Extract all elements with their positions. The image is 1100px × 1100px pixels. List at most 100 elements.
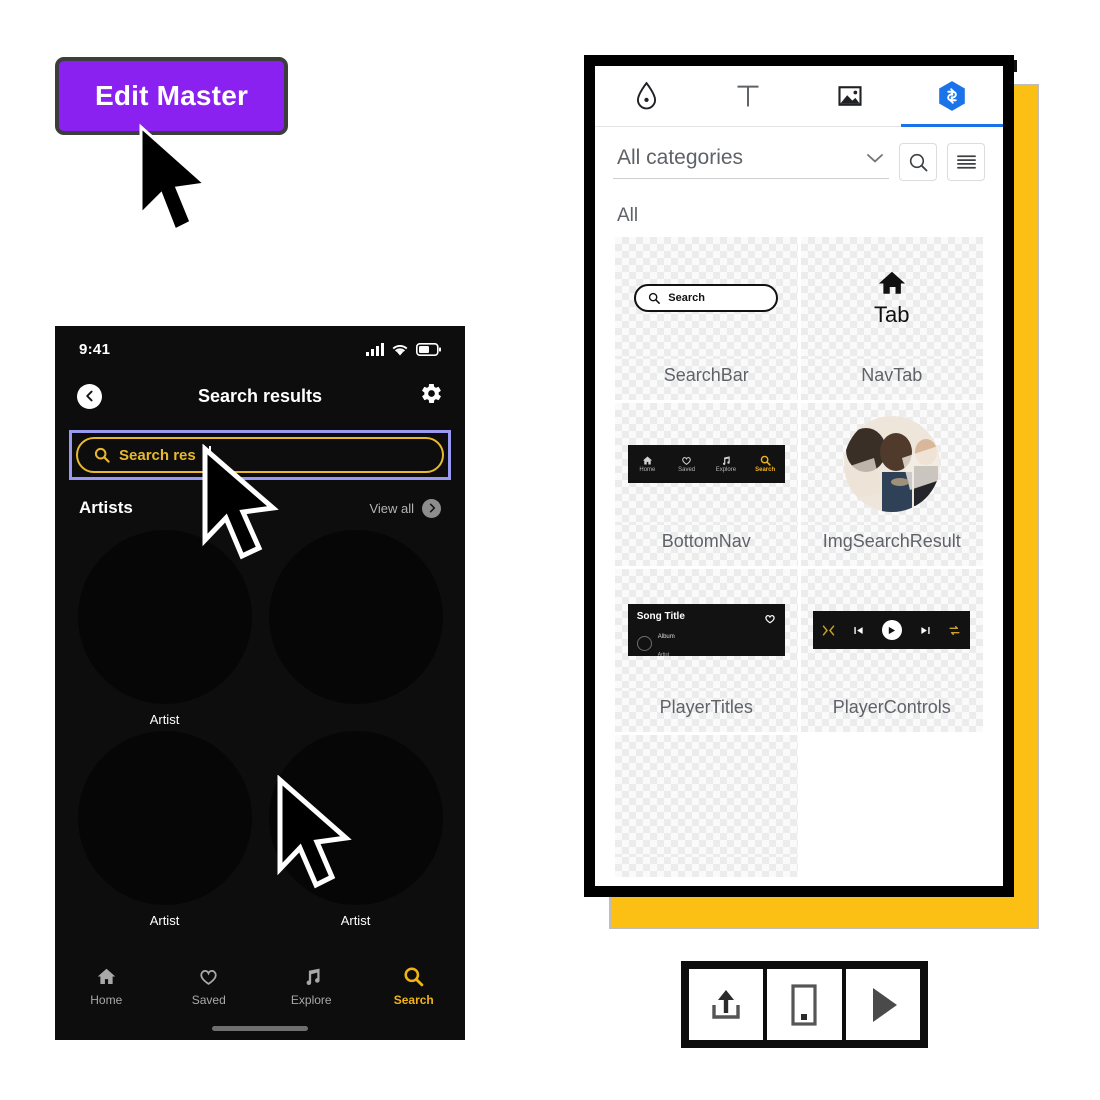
component-name: SearchBar — [615, 359, 798, 400]
search-input[interactable]: Search res — [76, 437, 444, 473]
music-note-icon — [306, 968, 320, 985]
export-button[interactable] — [689, 969, 764, 1040]
tab-image[interactable] — [799, 66, 901, 126]
component-thumbnail — [800, 403, 983, 525]
library-search-button[interactable] — [899, 143, 937, 181]
mini-navtab-preview: Tab — [874, 268, 909, 328]
nav-label: Saved — [191, 993, 226, 1007]
mini-nav-label: Saved — [678, 467, 696, 473]
home-icon — [97, 968, 115, 985]
wifi-icon — [392, 344, 408, 355]
editor-tab-bar — [595, 66, 1003, 127]
component-item-blank — [800, 735, 983, 877]
component-name: NavTab — [800, 359, 983, 400]
component-hexagon-icon — [939, 81, 965, 111]
heart-icon — [764, 611, 776, 629]
component-item-empty[interactable] — [615, 735, 798, 877]
chevron-down-icon — [867, 153, 883, 162]
nav-item-search[interactable]: Search — [363, 966, 466, 1007]
heart-icon — [682, 457, 691, 465]
settings-button[interactable] — [420, 382, 443, 410]
edit-master-area: Edit Master — [55, 57, 288, 135]
component-name — [615, 857, 798, 877]
component-group-label: All — [617, 205, 639, 226]
component-name: ImgSearchResult — [800, 525, 983, 566]
artist-avatar — [77, 731, 252, 905]
nav-item-explore[interactable]: Explore — [260, 966, 363, 1007]
album-name: Album — [657, 634, 675, 640]
mini-nav-label: Home — [639, 467, 656, 473]
search-field-selection[interactable]: Search res — [69, 430, 451, 480]
edit-master-button[interactable]: Edit Master — [55, 57, 288, 135]
phone-app-header: Search results — [55, 372, 465, 420]
avatar-image — [843, 416, 940, 512]
artist-item[interactable]: Artist — [69, 530, 260, 727]
component-library-panel: All categories All Search SearchBar Tab … — [584, 55, 1014, 897]
status-icons — [366, 342, 441, 356]
library-list-menu-button[interactable] — [947, 143, 985, 181]
page-title: Search results — [197, 385, 323, 406]
component-thumbnail — [800, 735, 983, 857]
component-grid: Search SearchBar Tab NavTab Home Saved E… — [595, 237, 1003, 877]
artists-section-header: Artists View all — [55, 480, 465, 524]
tab-color[interactable] — [595, 66, 697, 126]
gear-icon — [422, 384, 441, 403]
play-preview-button[interactable] — [845, 969, 920, 1040]
artist-item[interactable]: Artist — [260, 731, 451, 928]
artist-item[interactable]: Artist — [69, 731, 260, 928]
component-name: BottomNav — [615, 525, 798, 566]
previous-track-icon — [854, 626, 863, 634]
view-all-label: View all — [369, 500, 414, 516]
phone-bottom-nav: Home Saved Explore Search — [55, 952, 465, 1040]
component-name: PlayerControls — [800, 691, 983, 732]
mini-nav-item: Search — [746, 455, 785, 473]
component-item-searchbar[interactable]: Search SearchBar — [615, 237, 798, 400]
heart-icon — [200, 970, 217, 985]
chevron-right-icon — [422, 498, 441, 518]
device-preview-button[interactable] — [767, 969, 842, 1040]
component-name: PlayerTitles — [615, 691, 798, 732]
mini-searchbar-label: Search — [668, 292, 705, 304]
mini-bottomnav-preview: Home Saved Explore Search — [627, 445, 785, 483]
mini-playertitles-preview: Song Title Album Artist — [627, 604, 785, 658]
nav-item-saved[interactable]: Saved — [158, 966, 261, 1007]
section-title: Artists — [79, 498, 133, 517]
music-note-icon — [723, 456, 731, 465]
artist-label: Artist — [149, 913, 180, 928]
component-item-playercontrols[interactable]: PlayerControls — [800, 569, 983, 732]
bottom-action-toolbar — [681, 961, 928, 1048]
text-t-icon — [737, 85, 759, 107]
song-title: Song Title — [636, 611, 685, 622]
artist-item[interactable] — [260, 530, 451, 727]
phone-preview[interactable]: 9:41 Search results Search res Artists V… — [55, 326, 465, 1040]
mini-nav-item: Saved — [667, 455, 706, 473]
home-indicator — [212, 1026, 308, 1031]
search-icon — [760, 455, 771, 466]
component-item-navtab[interactable]: Tab NavTab — [800, 237, 983, 400]
component-thumbnail: Song Title Album Artist — [615, 569, 798, 691]
category-value: All categories — [617, 145, 744, 169]
tab-text[interactable] — [697, 66, 799, 126]
home-icon — [642, 456, 652, 465]
image-icon — [838, 86, 862, 106]
component-name — [800, 857, 983, 877]
component-item-playertitles[interactable]: Song Title Album Artist PlayerTitles — [615, 569, 798, 732]
component-item-bottomnav[interactable]: Home Saved Explore Search BottomNav — [615, 403, 798, 566]
component-item-imgsearchresult[interactable]: ImgSearchResult — [800, 403, 983, 566]
artist-avatar — [77, 530, 252, 704]
avatar — [843, 416, 940, 512]
search-icon — [649, 292, 661, 304]
home-icon — [878, 271, 905, 294]
status-time: 9:41 — [79, 340, 111, 358]
mini-nav-item: Explore — [706, 455, 745, 473]
tab-components[interactable] — [901, 66, 1003, 127]
play-button[interactable] — [881, 620, 902, 640]
nav-item-home[interactable]: Home — [55, 966, 158, 1007]
component-thumbnail: Tab — [800, 237, 983, 359]
category-dropdown[interactable]: All categories — [613, 146, 889, 179]
component-thumbnail: Search — [615, 237, 798, 359]
view-all-button[interactable]: View all — [369, 498, 441, 518]
component-thumbnail — [800, 569, 983, 691]
component-thumbnail: Home Saved Explore Search — [615, 403, 798, 525]
mini-nav-label: Search — [755, 467, 776, 473]
